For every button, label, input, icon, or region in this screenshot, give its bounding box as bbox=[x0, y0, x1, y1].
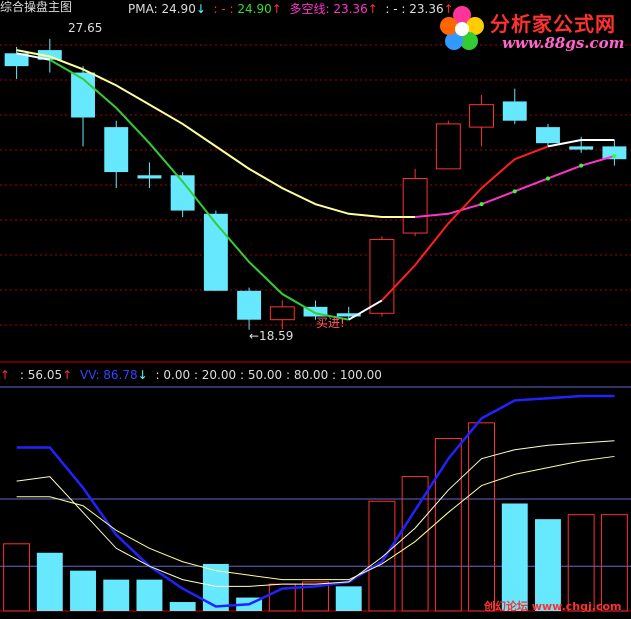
low-price-annotation: ←18.59 bbox=[249, 329, 294, 343]
flower-logo-icon bbox=[440, 6, 484, 50]
volume-bar-up bbox=[434, 438, 462, 612]
volume-bar-down bbox=[169, 602, 196, 611]
volume-bar-up bbox=[3, 543, 31, 612]
dk-value: 23.36 bbox=[333, 2, 368, 16]
s4-prefix: : - : bbox=[385, 2, 406, 16]
candle-body-up bbox=[469, 104, 495, 128]
pma-dot bbox=[612, 154, 617, 159]
buy-signal-label: 买进! bbox=[316, 316, 345, 330]
pma-dot bbox=[512, 189, 517, 194]
sub-up-arrow: ↑ bbox=[0, 368, 11, 382]
candle-body-down bbox=[569, 146, 594, 150]
indicator-values: PMA: 24.90↓ : - : 24.90↑ 多空线: 23.36↑ : -… bbox=[128, 2, 454, 16]
indicator-title: 综合操盘主图 bbox=[0, 0, 73, 14]
candle-body-down bbox=[536, 127, 560, 144]
sub-value-1: : 56.05 bbox=[19, 368, 63, 382]
s2-prefix: : - : bbox=[213, 2, 234, 16]
volume-bar-up bbox=[567, 514, 595, 612]
volume-bar-down bbox=[103, 579, 130, 611]
candle-body-down bbox=[502, 101, 527, 121]
main-chart-header: 综合操盘主图 bbox=[0, 0, 72, 14]
vv-label: VV: 86.78 bbox=[80, 368, 138, 382]
volume-bar-up bbox=[368, 500, 396, 612]
forum-watermark: 创幻论坛 www.chgj.com bbox=[484, 600, 622, 613]
sub-chart-header: ↑ : 56.05↑ VV: 86.78↓ : 0.00 : 20.00 : 5… bbox=[0, 368, 382, 382]
chart-svg bbox=[0, 38, 631, 612]
logo-url: www.88gs.com bbox=[502, 34, 625, 52]
volume-bar-down bbox=[335, 586, 362, 611]
pma-dot bbox=[479, 202, 484, 207]
vv-arrow: ↓ bbox=[137, 368, 148, 382]
candle-body-up bbox=[269, 306, 295, 321]
dk-label: 多空线: bbox=[289, 2, 330, 16]
s2-arrow: ↑ bbox=[271, 2, 282, 16]
volume-bar-down bbox=[501, 503, 528, 611]
pma-dot bbox=[545, 176, 550, 181]
sub-value-1-arrow: ↑ bbox=[62, 368, 73, 382]
pma-arrow: ↓ bbox=[195, 2, 206, 16]
volume-bar-down bbox=[36, 552, 63, 611]
candle-body-up bbox=[369, 238, 395, 314]
candle-body-down bbox=[104, 127, 129, 173]
site-logo: 分析家公式网 www.88gs.com bbox=[438, 4, 626, 56]
dk-arrow: ↑ bbox=[367, 2, 378, 16]
volume-bar-down bbox=[70, 570, 96, 611]
volume-bar-up bbox=[600, 514, 628, 612]
chart-stage: 综合操盘主图 PMA: 24.90↓ : - : 24.90↑ 多空线: 23.… bbox=[0, 0, 631, 619]
logo-title: 分析家公式网 bbox=[490, 12, 616, 36]
candle-body-down bbox=[237, 290, 262, 320]
candle-body-down bbox=[137, 175, 162, 179]
level-values: : 0.00 : 20.00 : 50.00 : 80.00 : 100.00 bbox=[155, 368, 382, 382]
pma-dot bbox=[579, 163, 584, 168]
pma-value: 24.90 bbox=[161, 2, 196, 16]
candle-body-up bbox=[435, 123, 461, 170]
pma-label: PMA: bbox=[128, 2, 158, 16]
candle-body-up bbox=[402, 177, 428, 234]
high-price-annotation: 27.65 bbox=[68, 21, 103, 35]
candle-body-down bbox=[203, 213, 228, 291]
s2-value: 24.90 bbox=[237, 2, 272, 16]
volume-bar-up bbox=[468, 422, 496, 612]
volume-bar-down bbox=[136, 579, 163, 611]
